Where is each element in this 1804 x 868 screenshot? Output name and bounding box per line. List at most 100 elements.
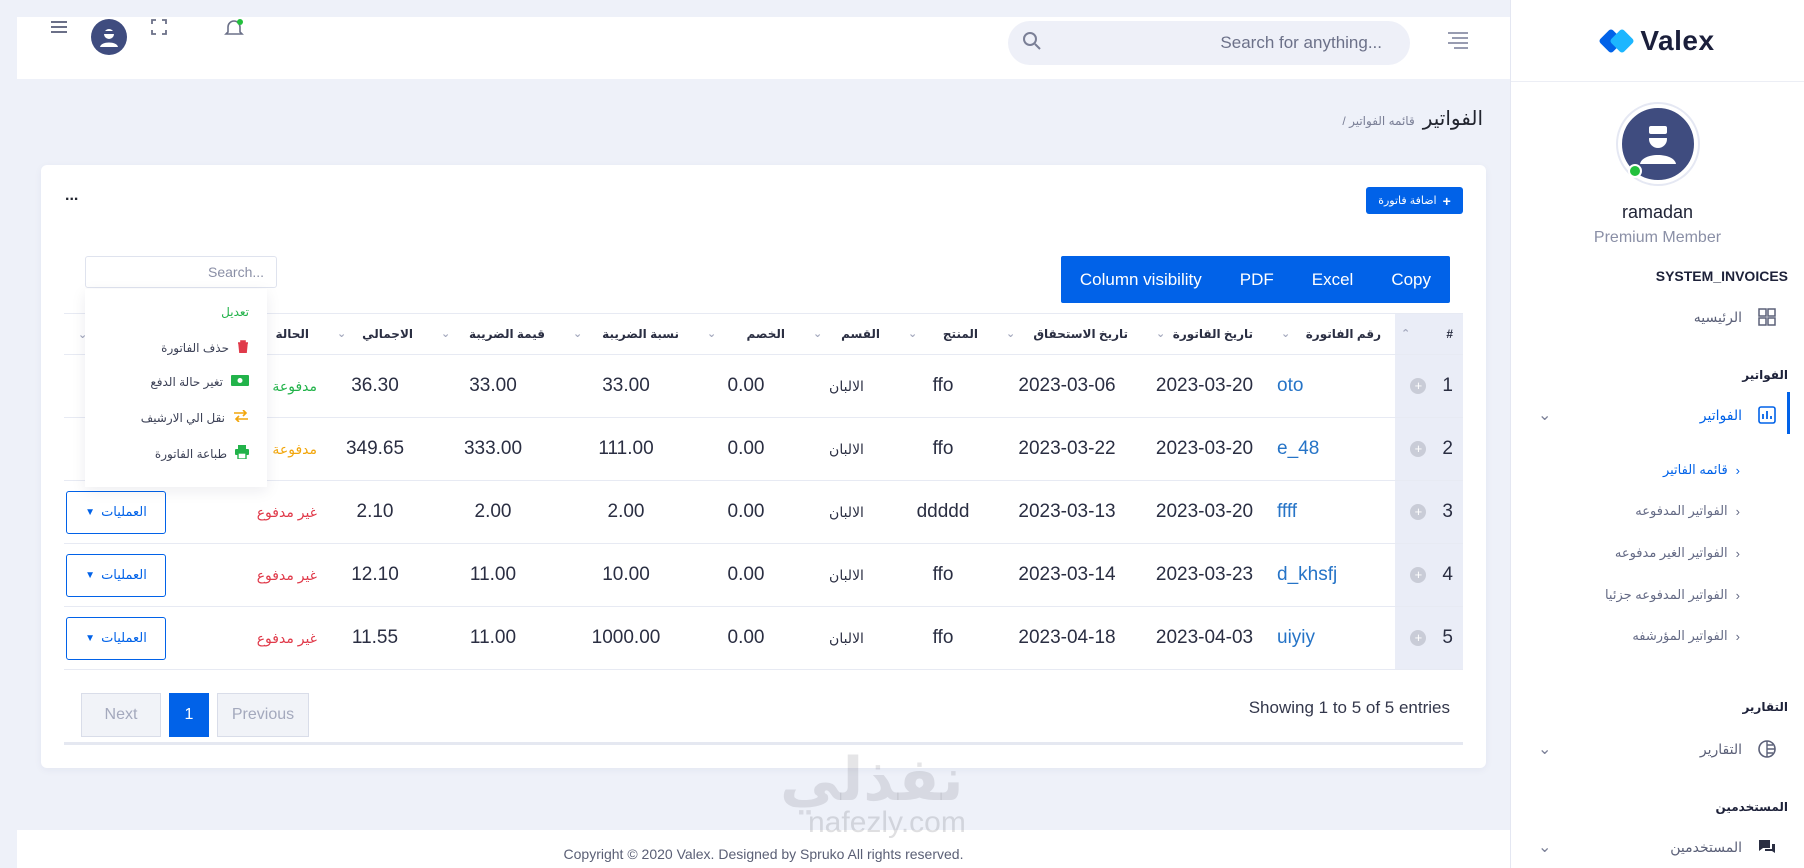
total-cell: 36.30 [323, 354, 427, 418]
operations-button[interactable]: العمليات ▼ [66, 616, 166, 660]
col-header-product[interactable]: المنتج ⌄ [894, 313, 992, 355]
menu-item-archive[interactable]: نقل الي الارشيف [140, 409, 249, 425]
discount-cell: 0.00 [693, 480, 799, 544]
sidebar-item-label: التقارير [1699, 740, 1742, 757]
subitem-label: الفواتير المدفوعه [1635, 503, 1728, 518]
subitem-label: قائمه الفاتير [1662, 462, 1728, 477]
col-header-discount[interactable]: الخصم ⌄ [693, 313, 799, 355]
tax-rate-cell: 33.00 [559, 354, 693, 418]
operations-button[interactable]: العمليات ▼ [66, 553, 166, 597]
sidebar-item-label: المستخدمين [1670, 838, 1742, 855]
col-header-tax-rate[interactable]: نسبة الضريبة ⌄ [559, 313, 693, 355]
invoice-number-link[interactable]: ffff [1267, 480, 1395, 544]
breadcrumb: / قائمه الفواتير الفواتير [1342, 106, 1483, 131]
total-cell: 11.55 [323, 606, 427, 670]
invoice-number-link[interactable]: d_khsfj [1267, 543, 1395, 607]
invoice-number-link[interactable]: oto [1267, 354, 1395, 418]
sidebar-item-users[interactable]: ⌄ المستخدمين [1510, 836, 1804, 858]
menu-item-change-payment-status[interactable]: تغير حالة الدفع [150, 375, 249, 389]
notification-bell-icon[interactable] [223, 17, 245, 44]
section-reports: التقارير [1742, 700, 1788, 714]
table-row: 5+ uiyiy 2023-04-03 2023-04-18 ffo الالبان 0.0… [64, 606, 1463, 670]
add-invoice-button[interactable]: اضافة فاتورة + [1366, 187, 1463, 214]
status-badge: غير مدفوع [241, 606, 323, 670]
invoices-card: ... اضافة فاتورة + Search... Column visi… [41, 165, 1486, 768]
expand-row-icon[interactable]: + [1410, 440, 1427, 457]
discount-cell: 0.00 [693, 354, 799, 418]
col-header-tax-value[interactable]: قيمة الضريبة ⌄ [427, 313, 559, 355]
user-profile: ramadan Premium Member [1511, 82, 1804, 247]
breadcrumb-sub[interactable]: / قائمه الفواتير [1342, 114, 1414, 128]
chevron-right-icon: › [1735, 628, 1740, 644]
department-cell: الالبان [799, 480, 894, 544]
expand-row-icon[interactable]: + [1410, 503, 1427, 520]
invoice-date-cell: 2023-03-23 [1142, 543, 1267, 607]
sidebar-item-home[interactable]: الرئيسيه [1510, 306, 1804, 328]
previous-page-button[interactable]: Previous [217, 693, 309, 737]
dashboard-grid-icon [1756, 306, 1778, 328]
col-header-due-date[interactable]: تاريخ الاستحقاق ⌄ [992, 313, 1142, 355]
user-avatar[interactable] [91, 19, 127, 55]
sidebar-subitem-paid[interactable]: الفواتير المدفوعه › [1635, 503, 1740, 519]
menu-item-print[interactable]: طباعة الفاتورة [155, 445, 249, 462]
col-header-department[interactable]: القسم ⌄ [799, 313, 894, 355]
active-indicator [1787, 392, 1790, 434]
align-right-icon[interactable] [1446, 29, 1470, 54]
expand-row-icon[interactable]: + [1410, 629, 1427, 646]
menu-toggle-icon[interactable] [49, 17, 69, 42]
expand-row-icon[interactable]: + [1410, 377, 1427, 394]
expand-row-icon[interactable]: + [1410, 566, 1427, 583]
department-cell: الالبان [799, 417, 894, 481]
sidebar-subitem-invoice-list[interactable]: قائمه الفاتير › [1663, 462, 1740, 478]
card-options-menu[interactable]: ... [65, 187, 78, 205]
brand-name: Valex [1640, 24, 1715, 56]
product-cell: ffo [894, 606, 992, 670]
product-cell: ddddd [894, 480, 992, 544]
invoice-number-link[interactable]: e_48 [1267, 417, 1395, 481]
menu-item-edit[interactable]: تعديل [221, 305, 249, 319]
discount-cell: 0.00 [693, 606, 799, 670]
invoice-number-link[interactable]: uiyiy [1267, 606, 1395, 670]
subitem-label: الفواتير المؤرشفه [1632, 628, 1728, 643]
brand-logo[interactable]: Valex [1511, 0, 1804, 82]
fullscreen-icon[interactable] [149, 17, 169, 42]
col-header-invoice-date[interactable]: تاريخ القاتورة ⌄ [1142, 313, 1267, 355]
entries-info: Showing 1 to 5 of 5 entries [1248, 698, 1450, 717]
sidebar-subitem-archived[interactable]: الفواتير المؤرشفه › [1632, 628, 1740, 644]
col-header-index[interactable]: # ⌃ [1395, 313, 1463, 355]
status-badge: غير مدفوع [241, 480, 323, 544]
watermark-latin: nafezly.com [808, 806, 966, 839]
valex-logo-icon [1598, 24, 1636, 58]
profile-avatar[interactable] [1617, 104, 1698, 184]
add-invoice-label: اضافة فاتورة [1378, 195, 1437, 207]
menu-item-delete[interactable]: حذف الفاتورة [161, 340, 249, 356]
col-header-invoice-number[interactable]: رقم الفاتورة ⌄ [1267, 313, 1395, 355]
table-row: 2+ e_48 2023-03-20 2023-03-22 ffo الالبان 0.00… [64, 417, 1463, 481]
global-search-input[interactable]: Search for anything... [1008, 21, 1410, 65]
sidebar-subitem-partial[interactable]: الفواتير المدفوعه جزئيا › [1605, 587, 1740, 603]
table-header-row: # ⌃ رقم الفاتورة ⌄ تاريخ القاتورة ⌄ تاريخ ا… [64, 313, 1463, 355]
page-1-button[interactable]: 1 [169, 693, 209, 737]
profile-name: ramadan [1621, 202, 1694, 222]
operations-button[interactable]: العمليات ▼ [66, 490, 166, 534]
sidebar: Valex ramadan Premium Member SYSTEM_INVO… [1510, 0, 1804, 868]
column-visibility-button[interactable]: Column visibility [1061, 256, 1221, 303]
menu-item-label: نقل الي الارشيف [140, 410, 225, 425]
table-row: 4+ d_khsfj 2023-03-23 2023-03-14 ffo الالبان 0… [64, 543, 1463, 607]
excel-button[interactable]: Excel [1293, 256, 1373, 303]
sidebar-subitem-unpaid[interactable]: الفواتير الغير مدفوعه › [1615, 545, 1740, 561]
table-scrollbar[interactable] [64, 742, 1463, 745]
due-date-cell: 2023-03-13 [992, 480, 1142, 544]
sidebar-item-reports[interactable]: ⌄ التقارير [1510, 738, 1804, 760]
section-users: المستخدمين [1715, 800, 1788, 814]
sidebar-item-invoices[interactable]: ⌄ الفواتير [1510, 392, 1804, 434]
copyright-text: Copyright © 2020 Valex. Designed by Spru… [563, 846, 964, 862]
top-header: Search for anything... [17, 17, 1510, 79]
col-header-total[interactable]: الاجمالي ⌄ [323, 313, 427, 355]
copy-button[interactable]: Copy [1372, 256, 1450, 303]
trash-icon [237, 340, 249, 356]
department-cell: الالبان [799, 543, 894, 607]
table-search-input[interactable]: Search... [85, 256, 277, 288]
pdf-button[interactable]: PDF [1221, 256, 1293, 303]
next-page-button[interactable]: Next [81, 693, 161, 737]
